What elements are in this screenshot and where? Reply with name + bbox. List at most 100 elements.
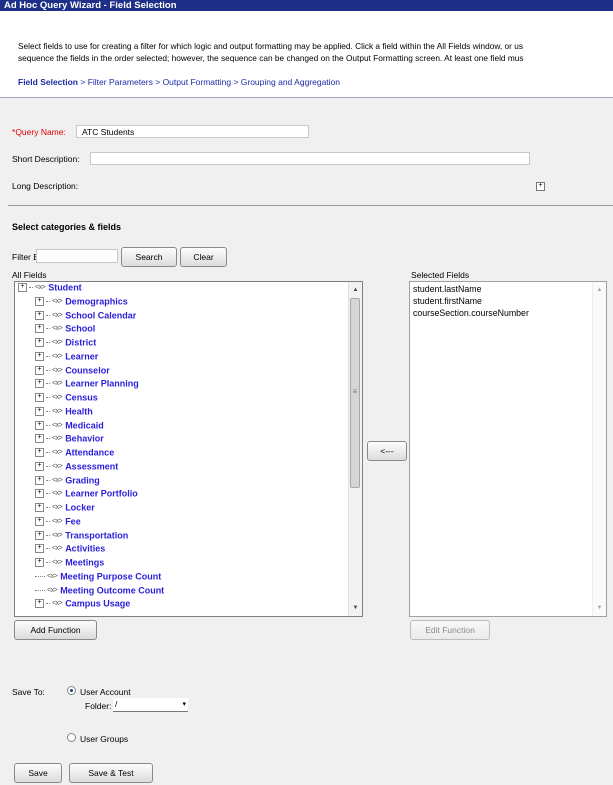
category-icon: <x> — [52, 297, 63, 305]
selected-fields-scrollbar[interactable]: ▲ ▼ — [592, 282, 606, 616]
clear-button[interactable]: Clear — [180, 247, 227, 267]
user-account-radio[interactable] — [67, 686, 76, 695]
section-divider — [8, 205, 613, 206]
tree-connector — [35, 589, 45, 591]
category-icon: <x> — [52, 545, 63, 553]
tree-category-item[interactable]: + <x> School — [35, 323, 95, 336]
tree-category-item[interactable]: + <x> Census — [35, 392, 98, 405]
scroll-up-arrow-icon[interactable]: ▲ — [593, 284, 606, 296]
tree-category-item[interactable]: + <x> Meetings — [35, 557, 104, 570]
tree-connector — [35, 575, 45, 577]
tree-category-item[interactable]: + <x> Behavior — [35, 433, 104, 446]
scroll-down-arrow-icon[interactable]: ▼ — [593, 602, 606, 614]
filter-by-input[interactable] — [36, 249, 118, 263]
tree-category-item[interactable]: + <x> Campus Usage — [35, 598, 130, 611]
expand-long-description-icon[interactable]: + — [536, 182, 545, 191]
search-button[interactable]: Search — [121, 247, 177, 267]
edit-function-button[interactable]: Edit Function — [410, 620, 490, 640]
category-icon: <x> — [52, 325, 63, 333]
expand-plus-icon[interactable]: + — [35, 530, 44, 540]
save-to-label: Save To: — [12, 687, 45, 697]
selected-fields-list[interactable]: student.lastName student.firstName cours… — [409, 281, 607, 617]
selected-field-item[interactable]: courseSection.courseNumber — [413, 308, 529, 318]
tree-category-item[interactable]: + <x> Locker — [35, 502, 95, 515]
expand-plus-icon[interactable]: + — [35, 406, 44, 416]
tree-category-item[interactable]: + <x> Counselor — [35, 365, 110, 378]
tree-connector — [46, 314, 50, 316]
expand-plus-icon[interactable]: + — [35, 448, 44, 458]
category-icon: <x> — [52, 490, 63, 498]
category-icon: <x> — [52, 421, 63, 429]
expand-plus-icon[interactable]: + — [35, 489, 44, 499]
expand-plus-icon[interactable]: + — [35, 296, 44, 306]
user-account-label: User Account — [80, 687, 131, 697]
tree-root-student[interactable]: + <x> Student — [18, 282, 82, 295]
tree-category-item[interactable]: <x> Meeting Outcome Count — [35, 585, 164, 598]
all-fields-tree[interactable]: + <x> Student + <x> Demographics + <x> School Ca… — [14, 281, 363, 617]
tree-item-label: Counselor — [65, 365, 110, 376]
category-icon: <x> — [47, 586, 58, 594]
tree-category-item[interactable]: + <x> Health — [35, 406, 93, 419]
expand-plus-icon[interactable]: + — [35, 599, 44, 609]
tree-connector — [46, 300, 50, 302]
expand-plus-icon[interactable]: + — [35, 461, 44, 471]
tree-category-item[interactable]: + <x> Learner Portfolio — [35, 488, 138, 501]
add-selected-field-button[interactable]: <--- — [367, 441, 407, 461]
tree-connector — [46, 369, 50, 371]
expand-plus-icon[interactable]: + — [35, 558, 44, 568]
expand-plus-icon[interactable]: + — [35, 365, 44, 375]
expand-plus-icon[interactable]: + — [18, 283, 27, 293]
tree-item-label: School — [65, 323, 96, 334]
short-description-label: Short Description: — [12, 154, 80, 164]
tree-connector — [46, 424, 50, 426]
expand-plus-icon[interactable]: + — [35, 338, 44, 348]
expand-plus-icon[interactable]: + — [35, 324, 44, 334]
tree-category-item[interactable]: + <x> District — [35, 337, 96, 350]
expand-plus-icon[interactable]: + — [35, 544, 44, 554]
expand-plus-icon[interactable]: + — [35, 379, 44, 389]
tree-category-item[interactable]: <x> Meeting Purpose Count — [35, 571, 161, 584]
tree-category-item[interactable]: + <x> Attendance — [35, 447, 114, 460]
expand-plus-icon[interactable]: + — [35, 516, 44, 526]
step-output-formatting[interactable]: Output Formatting — [163, 77, 232, 87]
user-groups-radio[interactable] — [67, 733, 76, 742]
tree-category-item[interactable]: + <x> Transportation — [35, 530, 128, 543]
scroll-down-arrow-icon[interactable]: ▼ — [349, 602, 362, 614]
folder-select[interactable]: / ▾ — [113, 698, 188, 712]
tree-item-label: Grading — [65, 475, 100, 486]
scrollbar-thumb[interactable]: ≡ — [350, 298, 360, 488]
tree-item-label: Fee — [65, 516, 81, 527]
tree-connector — [46, 397, 50, 399]
add-function-button[interactable]: Add Function — [14, 620, 97, 640]
selected-field-item[interactable]: student.lastName — [413, 284, 481, 294]
category-icon: <x> — [52, 559, 63, 567]
tree-category-item[interactable]: + <x> Activities — [35, 543, 105, 556]
tree-connector — [46, 493, 50, 495]
tree-category-item[interactable]: + <x> Learner — [35, 351, 98, 364]
tree-category-item[interactable]: + <x> Fee — [35, 516, 81, 529]
expand-plus-icon[interactable]: + — [35, 310, 44, 320]
short-description-input[interactable] — [90, 152, 530, 165]
expand-plus-icon[interactable]: + — [35, 393, 44, 403]
scroll-up-arrow-icon[interactable]: ▲ — [349, 284, 362, 296]
save-button[interactable]: Save — [14, 763, 62, 783]
tree-item-label: Meetings — [65, 557, 105, 568]
tree-category-item[interactable]: + <x> Grading — [35, 475, 100, 488]
query-name-input[interactable] — [76, 125, 309, 138]
tree-category-item[interactable]: + <x> School Calendar — [35, 310, 136, 323]
save-and-test-button[interactable]: Save & Test — [69, 763, 153, 783]
step-grouping-aggregation[interactable]: Grouping and Aggregation — [241, 77, 340, 87]
tree-connector — [46, 355, 50, 357]
tree-category-item[interactable]: + <x> Medicaid — [35, 420, 104, 433]
tree-category-item[interactable]: + <x> Assessment — [35, 461, 118, 474]
expand-plus-icon[interactable]: + — [35, 420, 44, 430]
all-fields-scrollbar[interactable]: ▲ ≡ ▼ — [348, 282, 362, 616]
expand-plus-icon[interactable]: + — [35, 503, 44, 513]
expand-plus-icon[interactable]: + — [35, 434, 44, 444]
tree-category-item[interactable]: + <x> Demographics — [35, 296, 128, 309]
tree-category-item[interactable]: + <x> Learner Planning — [35, 378, 139, 391]
expand-plus-icon[interactable]: + — [35, 475, 44, 485]
selected-field-item[interactable]: student.firstName — [413, 296, 482, 306]
step-filter-parameters[interactable]: Filter Parameters — [88, 77, 153, 87]
expand-plus-icon[interactable]: + — [35, 351, 44, 361]
